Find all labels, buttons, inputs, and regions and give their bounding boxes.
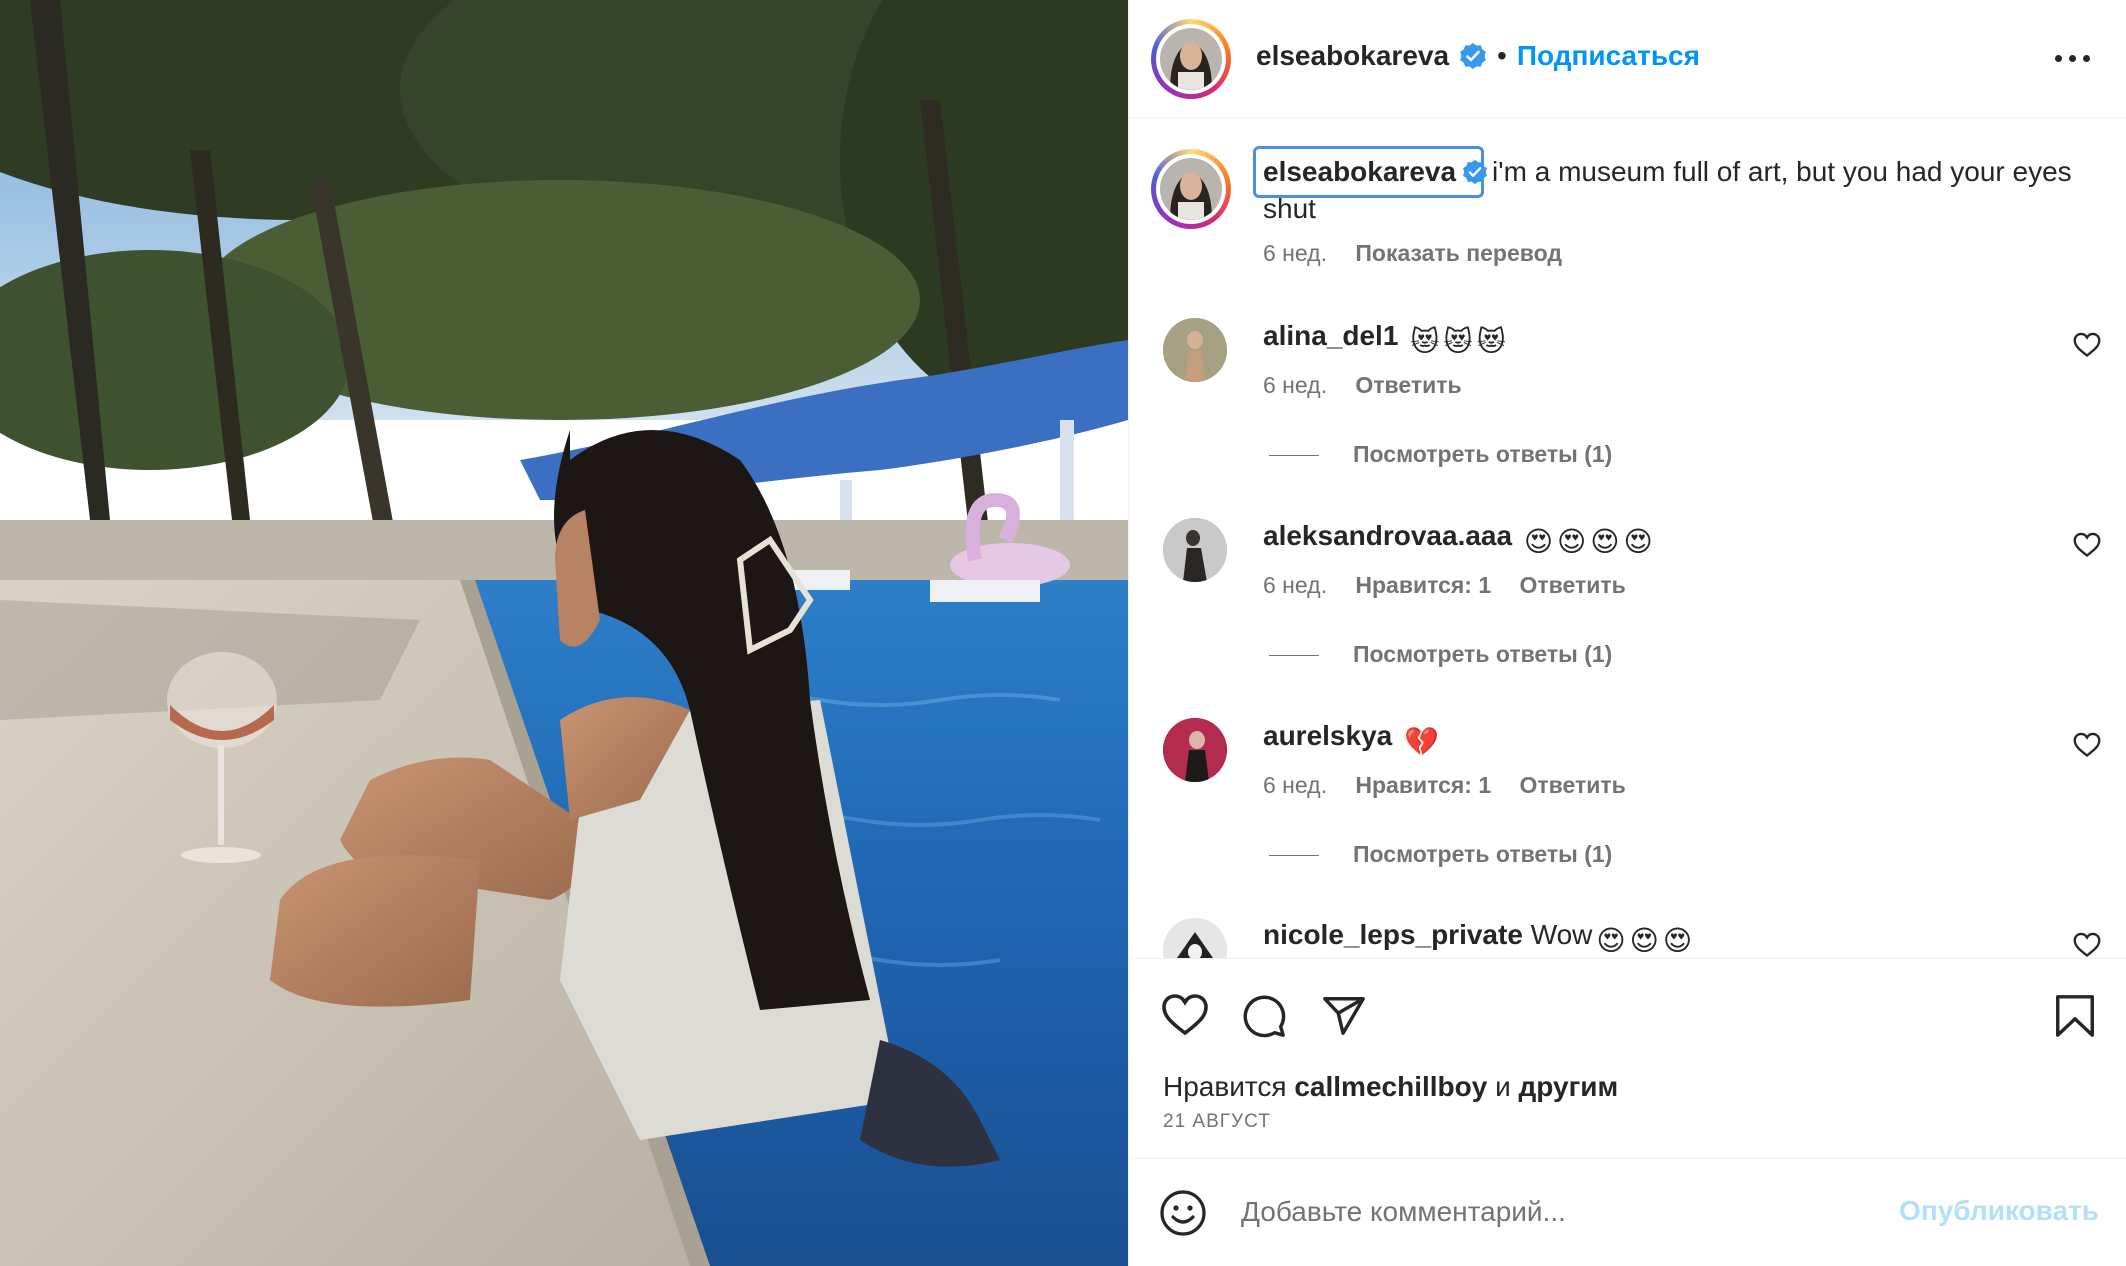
- comment-text: alina_del1 😻 😻 😻: [1263, 317, 1506, 360]
- heart-eyes-icon: 😍: [1523, 526, 1554, 557]
- instagram-post-window: elseabokareva • Подписаться elseabokarev…: [0, 0, 2126, 1266]
- commenter-avatar[interactable]: [1163, 918, 1227, 959]
- post-date[interactable]: 21 АВГУСТ: [1163, 1111, 1271, 1133]
- author-avatar-image: [1160, 28, 1222, 90]
- heart-eyes-icon: 😍: [1623, 526, 1653, 557]
- view-replies-button[interactable]: Посмотреть ответы (1): [1269, 841, 1612, 868]
- likes-count[interactable]: Нравится: 1: [1355, 572, 1491, 598]
- likes-summary[interactable]: Нравится callmechillboy и другим: [1163, 1071, 1618, 1103]
- comment-text: aleksandrovaa.aaa 😍 😍 😍 😍: [1263, 517, 1653, 560]
- comment-input[interactable]: [1241, 1189, 1881, 1235]
- reply-button[interactable]: Ответить: [1520, 572, 1626, 598]
- author-avatar[interactable]: [1151, 19, 1231, 99]
- heart-eyes-icon: 😍: [1557, 526, 1587, 557]
- comment-meta: 6 нед. Нравится: 1 Ответить: [1263, 772, 1648, 799]
- comment-meta: 6 нед. Ответить: [1263, 372, 1484, 399]
- post-actions: Нравится callmechillboy и другим 21 АВГУ…: [1129, 958, 2126, 1158]
- post-side-panel: elseabokareva • Подписаться elseabokarev…: [1128, 0, 2126, 1266]
- follow-button[interactable]: Подписаться: [1517, 40, 1700, 72]
- commenter-avatar-image: [1163, 718, 1227, 782]
- heart-eyes-icon: 😍: [1629, 925, 1659, 956]
- smiling-cat-heart-eyes-icon: 😻: [1443, 326, 1473, 357]
- comment-username[interactable]: aleksandrovaa.aaa: [1263, 520, 1512, 551]
- smiling-cat-heart-eyes-icon: 😻: [1476, 326, 1506, 357]
- heart-icon[interactable]: [1161, 993, 1209, 1037]
- bookmark-icon[interactable]: [2053, 993, 2097, 1039]
- heart-eyes-icon: 😍: [1596, 925, 1626, 956]
- pool-photo-illustration: [0, 0, 1128, 1266]
- verified-badge-icon: [1463, 159, 1487, 185]
- commenter-avatar-image: [1163, 918, 1227, 959]
- replies-divider: [1269, 655, 1319, 657]
- add-comment-bar: Опубликовать: [1129, 1158, 2126, 1266]
- replies-divider: [1269, 455, 1319, 457]
- header-separator: •: [1497, 40, 1507, 71]
- caption-avatar-image: [1160, 158, 1222, 220]
- heart-eyes-icon: 😍: [1590, 526, 1620, 557]
- replies-divider: [1269, 855, 1319, 857]
- post-photo[interactable]: [0, 0, 1128, 1266]
- view-replies-label: Посмотреть ответы (1): [1353, 441, 1613, 467]
- heart-eyes-icon: 😍: [1662, 925, 1693, 956]
- commenter-avatar-image: [1163, 518, 1227, 582]
- caption-author[interactable]: elseabokareva: [1263, 156, 1456, 187]
- more-options-icon[interactable]: [2053, 46, 2093, 70]
- post-header: elseabokareva • Подписаться: [1129, 0, 2126, 118]
- comment-text: aurelskya 💔: [1263, 717, 1439, 760]
- comment-like-heart-icon[interactable]: [2073, 932, 2101, 958]
- view-replies-label: Посмотреть ответы (1): [1353, 641, 1613, 667]
- view-replies-label: Посмотреть ответы (1): [1353, 841, 1613, 867]
- likes-prefix: Нравится: [1163, 1071, 1287, 1102]
- comment-like-heart-icon[interactable]: [2073, 332, 2101, 358]
- share-icon[interactable]: [1321, 993, 1367, 1039]
- reply-button[interactable]: Ответить: [1355, 372, 1461, 398]
- emoji-icon[interactable]: [1159, 1189, 1207, 1237]
- view-replies-button[interactable]: Посмотреть ответы (1): [1269, 641, 1612, 668]
- comment-username[interactable]: aurelskya: [1263, 720, 1392, 751]
- commenter-avatar[interactable]: [1163, 518, 1227, 582]
- view-replies-button[interactable]: Посмотреть ответы (1): [1269, 441, 1612, 468]
- comment-text: nicole_leps_private Wow 😍 😍 😍: [1263, 916, 1692, 959]
- caption-text-block: elseabokareva i'm a museum full of art, b…: [1263, 153, 2083, 227]
- caption-author-avatar[interactable]: [1151, 149, 1231, 229]
- comment-username[interactable]: alina_del1: [1263, 320, 1398, 351]
- likes-count[interactable]: Нравится: 1: [1355, 772, 1491, 798]
- comment-time: 6 нед.: [1263, 372, 1327, 398]
- comment-time: 6 нед.: [1263, 572, 1327, 598]
- comment-icon[interactable]: [1241, 993, 1287, 1039]
- comment-like-heart-icon[interactable]: [2073, 732, 2101, 758]
- comment-meta: 6 нед. Нравится: 1 Ответить: [1263, 572, 1648, 599]
- broken-heart-icon: 💔: [1404, 726, 1439, 757]
- comment-body: Wow: [1530, 919, 1593, 950]
- commenter-avatar[interactable]: [1163, 318, 1227, 382]
- commenter-avatar-image: [1163, 318, 1227, 382]
- liked-by-others[interactable]: другим: [1519, 1071, 1619, 1102]
- author-username[interactable]: elseabokareva: [1256, 40, 1449, 72]
- comment-like-heart-icon[interactable]: [2073, 532, 2101, 558]
- caption-meta: 6 нед. Показать перевод: [1263, 240, 1584, 267]
- reply-button[interactable]: Ответить: [1520, 772, 1626, 798]
- show-translation-button[interactable]: Показать перевод: [1355, 240, 1562, 266]
- verified-badge-icon: [1460, 43, 1486, 69]
- comment-username[interactable]: nicole_leps_private: [1263, 919, 1523, 950]
- post-comment-button[interactable]: Опубликовать: [1899, 1195, 2099, 1227]
- caption-time: 6 нед.: [1263, 240, 1327, 266]
- likes-middle: и: [1495, 1071, 1511, 1102]
- comment-time: 6 нед.: [1263, 772, 1327, 798]
- commenter-avatar[interactable]: [1163, 718, 1227, 782]
- liked-by-user[interactable]: callmechillboy: [1294, 1071, 1487, 1102]
- comments-list[interactable]: elseabokareva i'm a museum full of art, b…: [1129, 119, 2126, 959]
- smiling-cat-heart-eyes-icon: 😻: [1410, 326, 1440, 357]
